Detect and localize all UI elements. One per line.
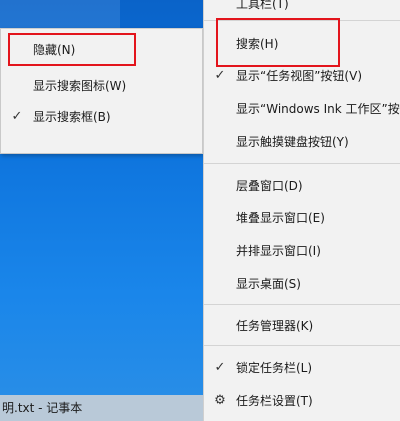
menu-separator [204,304,400,305]
menu-item-label: 显示桌面(S) [236,277,301,291]
submenu-item-hide[interactable]: 隐藏(N) [1,36,202,64]
menu-item-show-windows-ink[interactable]: 显示“Windows Ink 工作区”按钮 [204,95,400,123]
window-pane [0,0,120,28]
menu-item-label: 工具栏(T) [236,0,289,11]
menu-item-label: 任务管理器(K) [236,319,314,333]
menu-separator [204,163,400,164]
menu-separator [204,345,400,346]
menu-item-cascade-windows[interactable]: 层叠窗口(D) [204,172,400,200]
menu-item-lock-taskbar[interactable]: ✓ 锁定任务栏(L) [204,354,400,382]
menu-item-label: 显示触摸键盘按钮(Y) [236,135,349,149]
menu-item-toolbars[interactable]: 工具栏(T) [204,0,400,18]
checkmark-icon: ✓ [214,68,226,83]
taskbar-notepad-item[interactable]: 明.txt - 记事本 [0,395,210,421]
menu-separator [204,20,400,21]
submenu-item-show-search-box[interactable]: ✓ 显示搜索框(B) [1,103,202,131]
menu-item-side-by-side[interactable]: 并排显示窗口(I) [204,237,400,265]
taskbar-context-menu: 工具栏(T) 搜索(H) ✓ 显示“任务视图”按钮(V) 显示“Windows … [203,0,400,421]
taskbar-item-title: 明.txt - 记事本 [2,401,83,415]
submenu-item-show-search-icon[interactable]: 显示搜索图标(W) [1,72,202,100]
submenu-item-label: 显示搜索图标(W) [33,79,127,93]
menu-item-task-manager[interactable]: 任务管理器(K) [204,312,400,340]
gear-icon: ⚙ [214,393,226,408]
menu-item-label: 显示“任务视图”按钮(V) [236,69,363,83]
menu-item-label: 搜索(H) [236,37,279,51]
submenu-item-label: 显示搜索框(B) [33,110,111,124]
menu-item-label: 堆叠显示窗口(E) [236,211,325,225]
menu-item-show-touch-keyboard[interactable]: 显示触摸键盘按钮(Y) [204,128,400,156]
submenu-item-label: 隐藏(N) [33,43,76,57]
menu-item-label: 并排显示窗口(I) [236,244,321,258]
menu-item-label: 显示“Windows Ink 工作区”按钮 [236,102,400,116]
menu-item-show-desktop[interactable]: 显示桌面(S) [204,270,400,298]
menu-item-label: 层叠窗口(D) [236,179,303,193]
checkmark-icon: ✓ [11,109,23,124]
menu-item-search[interactable]: 搜索(H) [204,30,400,58]
search-submenu: 隐藏(N) 显示搜索图标(W) ✓ 显示搜索框(B) [0,28,203,154]
menu-item-label: 锁定任务栏(L) [236,361,313,375]
menu-item-show-task-view[interactable]: ✓ 显示“任务视图”按钮(V) [204,62,400,90]
checkmark-icon: ✓ [214,360,226,375]
menu-item-label: 任务栏设置(T) [236,394,313,408]
menu-item-stack-windows[interactable]: 堆叠显示窗口(E) [204,204,400,232]
menu-item-taskbar-settings[interactable]: ⚙ 任务栏设置(T) [204,387,400,415]
